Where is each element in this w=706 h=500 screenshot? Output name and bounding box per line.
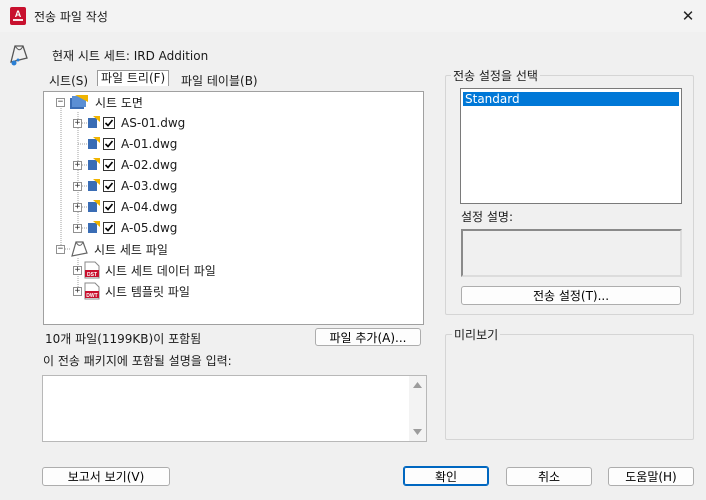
ok-button[interactable]: 확인 [403, 466, 489, 486]
tree-node-sheet-drawings[interactable]: − 시트 도면 [56, 92, 143, 112]
autocad-app-icon: A [10, 7, 26, 25]
window-title: 전송 파일 작성 [34, 10, 108, 24]
expand-icon[interactable]: + [73, 202, 82, 212]
setup-description-label: 설정 설명: [461, 210, 514, 224]
list-item-selected[interactable]: Standard [463, 92, 679, 106]
close-button[interactable]: ✕ [670, 0, 706, 32]
checkmark-icon [104, 182, 114, 190]
checkmark-icon [104, 203, 114, 211]
tree-label: A-05.dwg [121, 221, 178, 235]
include-checkbox[interactable] [103, 201, 115, 213]
collapse-icon[interactable]: − [56, 244, 65, 254]
sheet-set-icon [10, 45, 28, 66]
checkmark-icon [104, 224, 114, 232]
tree-node-sheetset-files[interactable]: − 시트 세트 파일 [56, 239, 168, 259]
tree-node-file[interactable]: A-01.dwg [73, 134, 177, 154]
description-scrollbar[interactable] [409, 376, 426, 441]
tree-label: AS-01.dwg [121, 116, 186, 130]
tree-label: A-02.dwg [121, 158, 178, 172]
svg-text:A: A [15, 9, 22, 19]
expand-icon[interactable]: + [73, 118, 82, 128]
file-count-status: 10개 파일(1199KB)이 포함됨 [45, 332, 202, 346]
include-checkbox[interactable] [103, 159, 115, 171]
include-checkbox[interactable] [103, 222, 115, 234]
add-file-button[interactable]: 파일 추가(A)... [315, 328, 421, 346]
description-textarea[interactable] [42, 375, 427, 442]
tree-node-file[interactable]: + A-03.dwg [73, 176, 177, 196]
scroll-up-arrow-icon[interactable] [413, 382, 422, 388]
tree-label: A-03.dwg [121, 179, 178, 193]
view-report-button[interactable]: 보고서 보기(V) [42, 467, 170, 486]
include-checkbox[interactable] [103, 180, 115, 192]
tab-sheets[interactable]: 시트(S) [49, 72, 88, 89]
transmittal-setup-title: 전송 설정을 선택 [451, 67, 540, 84]
description-label: 이 전송 패키지에 포함될 설명을 입력: [43, 354, 232, 368]
transmittal-setups-button[interactable]: 전송 설정(T)... [461, 286, 681, 305]
tree-label: A-04.dwg [121, 200, 178, 214]
checkmark-icon [104, 161, 114, 169]
preview-title: 미리보기 [452, 326, 501, 343]
expand-icon[interactable]: + [73, 286, 82, 296]
checkmark-icon [104, 140, 114, 148]
tree-label: A-01.dwg [121, 137, 178, 151]
checkmark-icon [104, 119, 114, 127]
dwt-file-icon: DWT [84, 282, 100, 300]
setup-description-box [461, 229, 682, 277]
expand-icon[interactable]: + [73, 265, 82, 275]
current-sheetset-label: 현재 시트 세트: IRD Addition [52, 49, 209, 63]
dst-file-icon: DST [84, 261, 100, 279]
include-checkbox[interactable] [103, 117, 115, 129]
drawing-sheet-icon [88, 221, 100, 233]
tree-node-file[interactable]: + A-04.dwg [73, 197, 177, 217]
drawing-sheet-icon [88, 200, 100, 212]
scroll-down-arrow-icon[interactable] [413, 429, 422, 435]
expand-icon[interactable]: + [73, 181, 82, 191]
tab-file-table[interactable]: 파일 테이블(B) [181, 72, 258, 89]
drawing-sheet-icon [88, 116, 100, 128]
tree-label: 시트 세트 파일 [94, 242, 168, 257]
tab-file-tree[interactable]: 파일 트리(F) [97, 70, 170, 86]
tree-label: 시트 템플릿 파일 [105, 284, 190, 299]
expand-icon[interactable]: + [73, 160, 82, 170]
help-button[interactable]: 도움말(H) [608, 467, 694, 486]
sheet-set-files-icon [71, 241, 88, 257]
tree-node-file[interactable]: + A-02.dwg [73, 155, 177, 175]
drawing-sheet-icon [88, 179, 100, 191]
drawing-sheet-icon [88, 158, 100, 170]
close-icon: ✕ [681, 7, 695, 25]
tree-node-dst-file[interactable]: + DST 시트 세트 데이터 파일 [73, 260, 216, 280]
tree-label: 시트 세트 데이터 파일 [105, 263, 216, 278]
preview-group [445, 334, 694, 440]
tree-label: 시트 도면 [95, 95, 143, 110]
tree-node-dwt-file[interactable]: + DWT 시트 템플릿 파일 [73, 281, 190, 301]
file-tree-panel[interactable]: − 시트 도면 + AS-01.dwg A-01.dwg + A-02.dwg … [43, 91, 424, 325]
cancel-button[interactable]: 취소 [506, 467, 592, 486]
include-checkbox[interactable] [103, 138, 115, 150]
sheets-folder-icon [70, 95, 88, 109]
tree-node-file[interactable]: + A-05.dwg [73, 218, 177, 238]
transmittal-setup-list[interactable]: Standard [460, 88, 682, 204]
svg-text:DST: DST [87, 272, 97, 278]
expand-icon[interactable]: + [73, 223, 82, 233]
tree-node-file[interactable]: + AS-01.dwg [73, 113, 185, 133]
drawing-sheet-icon [88, 137, 100, 149]
svg-text:DWT: DWT [86, 293, 97, 299]
collapse-icon[interactable]: − [56, 97, 65, 107]
